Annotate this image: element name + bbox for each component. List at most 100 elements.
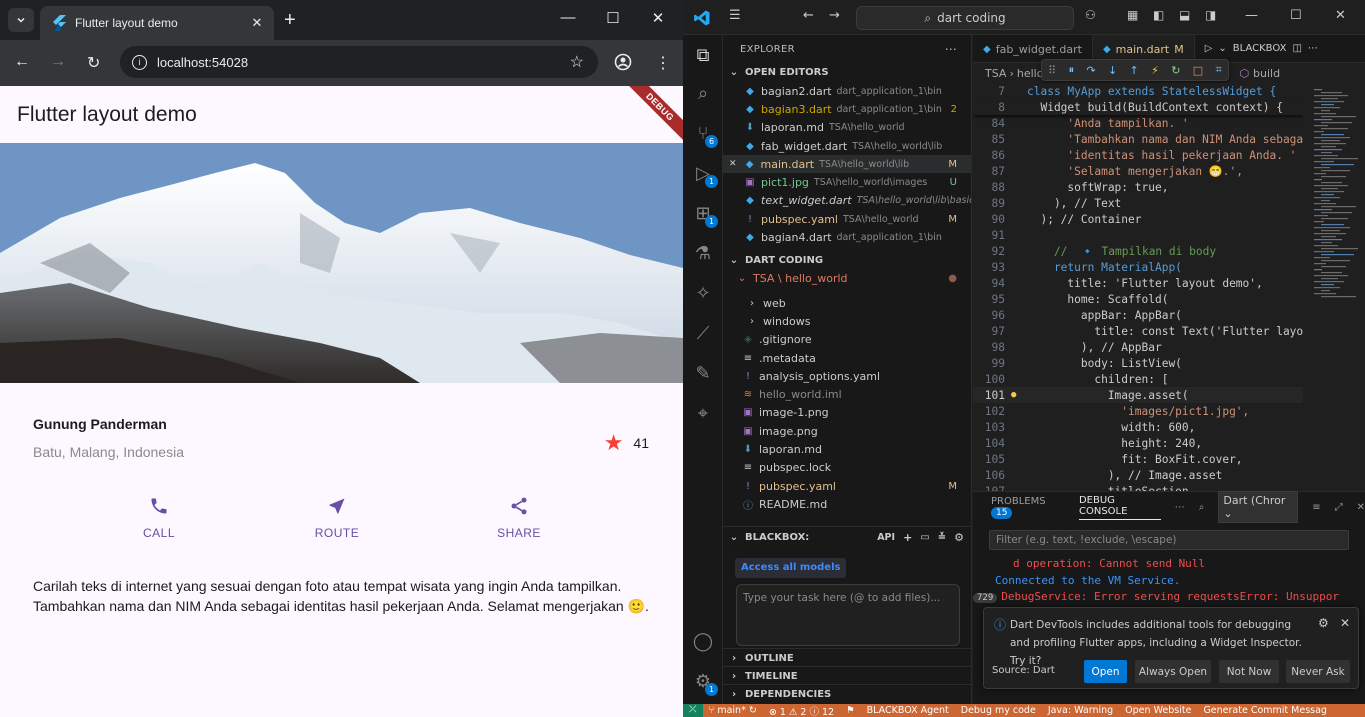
code-line[interactable]: 106 ), // Image.asset bbox=[973, 467, 1303, 483]
profile-icon[interactable] bbox=[614, 53, 632, 76]
maximize-panel-icon[interactable]: ⤢ bbox=[1335, 502, 1343, 513]
code-line[interactable]: 90 ); // Container bbox=[973, 211, 1303, 227]
status-java-warning[interactable]: Java: Warning bbox=[1048, 705, 1113, 716]
blackbox-icon[interactable]: ✧ bbox=[692, 283, 714, 305]
never-ask-button[interactable]: Never Ask bbox=[1286, 660, 1350, 683]
bookmark-star-icon[interactable]: ☆ bbox=[570, 52, 584, 72]
chevron-down-icon[interactable]: ⌄ bbox=[1218, 43, 1226, 54]
route-button[interactable]: ROUTE bbox=[297, 494, 377, 540]
code-line[interactable]: 91 bbox=[973, 227, 1303, 243]
window-icon[interactable]: ▭ bbox=[920, 532, 929, 543]
settings-gear-icon[interactable]: ⚙ 1 bbox=[692, 671, 718, 696]
breadcrumb-item[interactable]: hello bbox=[1017, 67, 1044, 80]
code-line[interactable]: 86 'identitas hasil pekerjaan Anda. ' bbox=[973, 147, 1303, 163]
step-into-icon[interactable]: ↓ bbox=[1108, 64, 1117, 77]
breadcrumb-item[interactable]: TSA bbox=[985, 67, 1006, 80]
minimize-icon[interactable]: — bbox=[558, 9, 578, 26]
more-actions-icon[interactable]: ⋯ bbox=[1308, 43, 1318, 54]
url-text[interactable]: localhost:54028 bbox=[157, 55, 570, 70]
more-actions-icon[interactable]: ⋯ bbox=[1175, 502, 1185, 513]
not-now-button[interactable]: Not Now bbox=[1219, 660, 1279, 683]
status-open-website[interactable]: Open Website bbox=[1125, 705, 1191, 716]
code-line[interactable]: 85 'Tambahkan nama dan NIM Anda sebagai … bbox=[973, 131, 1303, 147]
close-icon[interactable]: ✕ bbox=[1340, 616, 1350, 630]
hamburger-menu-icon[interactable]: ☰ bbox=[729, 8, 741, 23]
copilot-icon[interactable]: ⚇ bbox=[1085, 8, 1096, 22]
open-editor-item[interactable]: ◆ bagian2.dart dart_application_1\bin bbox=[723, 82, 971, 100]
extensions-icon[interactable]: ⊞ 1 bbox=[692, 203, 718, 228]
code-editor[interactable]: 7 class MyApp extends StatelessWidget {8 … bbox=[973, 83, 1303, 491]
accounts-icon[interactable]: ◯ bbox=[692, 631, 714, 653]
step-over-icon[interactable]: ↷ bbox=[1086, 64, 1095, 77]
status-blackbox-agent[interactable]: BLACKBOX Agent bbox=[867, 705, 949, 716]
open-button[interactable]: Open bbox=[1084, 660, 1127, 683]
code-line[interactable]: 95 home: Scaffold( bbox=[973, 291, 1303, 307]
file-item[interactable]: ⬇ laporan.md bbox=[723, 440, 971, 458]
code-line[interactable]: 100 children: [ bbox=[973, 371, 1303, 387]
tab-debug-console[interactable]: DEBUG CONSOLE bbox=[1078, 495, 1161, 520]
file-item[interactable]: ▣ image.png bbox=[723, 422, 971, 440]
file-item[interactable]: ≡ pubspec.lock bbox=[723, 459, 971, 477]
close-panel-icon[interactable]: ✕ bbox=[1357, 502, 1365, 513]
forward-icon[interactable]: → bbox=[829, 8, 840, 23]
open-editor-item[interactable]: ◆ bagian3.dart dart_application_1\bin 2 bbox=[723, 100, 971, 118]
code-line[interactable]: 93 return MaterialApp( bbox=[973, 259, 1303, 275]
open-editor-item[interactable]: ▣ pict1.jpg TSA\hello_world\images U bbox=[723, 173, 971, 191]
more-actions-icon[interactable]: ⋯ bbox=[945, 42, 957, 56]
new-tab-icon[interactable]: + bbox=[284, 9, 296, 32]
maximize-icon[interactable]: ☐ bbox=[603, 9, 623, 27]
file-item[interactable]: ⓘ README.md bbox=[723, 495, 971, 513]
code-line[interactable]: 101 Image.asset(● bbox=[973, 387, 1303, 403]
back-icon[interactable]: ← bbox=[14, 53, 30, 71]
inspector-icon[interactable]: ⌖ bbox=[692, 403, 714, 425]
code-line[interactable]: 94 title: 'Flutter layout demo', bbox=[973, 275, 1303, 291]
browser-tab[interactable]: Flutter layout demo ✕ bbox=[40, 6, 274, 40]
menu-icon[interactable]: ⋮ bbox=[655, 53, 671, 73]
split-editor-icon[interactable]: ◫ bbox=[1292, 43, 1301, 54]
inspect-widget-icon[interactable]: ⌗ bbox=[1216, 63, 1222, 77]
bell-icon[interactable]: ⚑ bbox=[846, 705, 855, 716]
blackbox-header[interactable]: ⌄ BLACKBOX: API + ▭ ≚ ⚙ bbox=[723, 527, 972, 547]
lightbulb-icon[interactable]: ● bbox=[1011, 390, 1016, 400]
minimap[interactable] bbox=[1308, 83, 1365, 491]
share-button[interactable]: SHARE bbox=[479, 494, 559, 540]
debug-session-select[interactable]: Dart (Chror ⌄ bbox=[1218, 491, 1299, 523]
file-item[interactable]: ! analysis_options.yaml bbox=[723, 367, 971, 385]
search-icon[interactable]: ⌕ bbox=[1199, 502, 1205, 513]
close-window-icon[interactable]: ✕ bbox=[1335, 8, 1346, 23]
tab-problems[interactable]: PROBLEMS 15 bbox=[991, 496, 1065, 519]
command-center-search[interactable]: ⌕ dart coding bbox=[856, 6, 1074, 30]
forward-icon[interactable]: → bbox=[50, 53, 66, 71]
source-control-icon[interactable]: ⑂ 6 bbox=[692, 123, 718, 148]
run-icon[interactable]: ▷ bbox=[1205, 43, 1213, 54]
code-line[interactable]: 88 softWrap: true, bbox=[973, 179, 1303, 195]
back-icon[interactable]: ← bbox=[803, 8, 814, 23]
settings-gear-icon[interactable]: ⚙ bbox=[1318, 616, 1329, 630]
open-editor-item[interactable]: ◆ bagian4.dart dart_application_1\bin bbox=[723, 228, 971, 246]
minimize-icon[interactable]: — bbox=[1245, 8, 1258, 23]
open-editor-item[interactable]: ◆ text_widget.dart TSA\hello_world\lib\bas… bbox=[723, 192, 971, 210]
code-line[interactable]: 8 Widget build(BuildContext context) { bbox=[973, 99, 1303, 115]
close-icon[interactable]: ✕ bbox=[729, 159, 737, 169]
dependencies-header[interactable]: › DEPENDENCIES bbox=[723, 684, 972, 703]
workspace-header[interactable]: ⌄ DART CODING bbox=[723, 251, 971, 270]
always-open-button[interactable]: Always Open bbox=[1135, 660, 1211, 683]
code-line[interactable]: 98 ), // AppBar bbox=[973, 339, 1303, 355]
sliders-icon[interactable]: ≚ bbox=[938, 532, 946, 543]
code-line[interactable]: 87 'Selamat mengerjakan 😁.', bbox=[973, 163, 1303, 179]
root-folder[interactable]: ⌄ TSA \ hello_world ● bbox=[723, 270, 971, 288]
code-line[interactable]: 89 ), // Text bbox=[973, 195, 1303, 211]
code-line[interactable]: 97 title: const Text('Flutter layout bbox=[973, 323, 1303, 339]
star-icon[interactable]: ★ bbox=[604, 430, 624, 456]
open-editor-item[interactable]: ! pubspec.yaml TSA\hello_world M bbox=[723, 210, 971, 228]
search-icon[interactable]: ⌕ bbox=[692, 83, 714, 105]
site-info-icon[interactable]: i bbox=[132, 54, 147, 70]
hot-reload-icon[interactable]: ⚡ bbox=[1151, 64, 1159, 77]
timeline-header[interactable]: › TIMELINE bbox=[723, 666, 972, 685]
address-bar[interactable]: i localhost:54028 ☆ bbox=[120, 46, 598, 78]
remote-indicator-icon[interactable]: ⤫ bbox=[683, 704, 703, 717]
remote-icon[interactable]: ✎ bbox=[692, 363, 714, 385]
drag-handle-icon[interactable]: ⠿ bbox=[1048, 64, 1056, 77]
stop-icon[interactable]: □ bbox=[1193, 64, 1203, 77]
folder-item[interactable]: › windows bbox=[723, 312, 971, 330]
